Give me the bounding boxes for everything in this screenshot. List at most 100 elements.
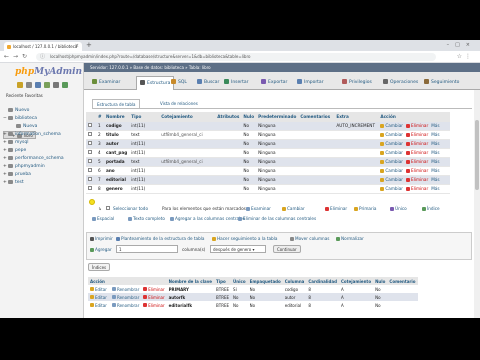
change-button[interactable]: Cambiar xyxy=(380,150,403,155)
index-column-header[interactable] xyxy=(141,277,167,285)
more-button[interactable]: Más xyxy=(431,123,439,128)
index-action[interactable]: Editar xyxy=(88,293,110,301)
row-checkbox-cell[interactable] xyxy=(86,121,96,131)
more-button[interactable]: Más xyxy=(431,186,439,191)
index-action[interactable]: Renombrar xyxy=(110,301,142,309)
column-header[interactable]: Nombre xyxy=(104,112,130,122)
change-button[interactable]: Cambiar xyxy=(380,168,403,173)
url-field[interactable]: ⓘ localhost/phpmyadmin/index.php?route=/… xyxy=(36,53,436,61)
sql-icon[interactable] xyxy=(44,82,50,88)
delete-button[interactable]: Eliminar xyxy=(406,123,428,128)
browser-tab[interactable]: localhost / 127.0.0.1 / biblioteca × xyxy=(4,42,82,51)
browser-menu-icons[interactable]: ☆⋮ xyxy=(457,52,474,62)
bulk-cambiar-button[interactable]: Cambiar xyxy=(282,206,305,211)
tab-buscar[interactable]: Buscar xyxy=(197,76,219,90)
indexes-tab[interactable]: Índices xyxy=(88,263,111,271)
tab-sql[interactable]: SQL xyxy=(171,76,187,90)
select-all-box[interactable] xyxy=(106,206,110,210)
logout-icon[interactable] xyxy=(26,82,32,88)
row-checkbox-cell[interactable] xyxy=(86,157,96,167)
row-checkbox-cell[interactable] xyxy=(86,139,96,149)
tool-link-1[interactable]: Planteamiento de la estructura de tabla xyxy=(116,236,204,241)
row-checkbox-cell[interactable] xyxy=(86,184,96,194)
bulk-índice-button[interactable]: Índice xyxy=(422,206,440,211)
index-column-header[interactable]: Acción xyxy=(88,277,110,285)
phpmyadmin-logo[interactable]: phpMyAdmin xyxy=(15,67,82,77)
tab-privilegios[interactable]: Privilegios xyxy=(342,76,372,90)
tree-item[interactable]: + prueba xyxy=(3,171,83,179)
index-action[interactable]: Eliminar xyxy=(141,301,167,309)
more-button[interactable]: Más xyxy=(431,141,439,146)
tool-link-4[interactable]: Normalizar xyxy=(336,236,364,241)
tab-operaciones[interactable]: Operaciones xyxy=(383,76,418,90)
row-checkbox-cell[interactable] xyxy=(86,175,96,185)
row-checkbox[interactable] xyxy=(88,186,92,190)
change-button[interactable]: Cambiar xyxy=(380,141,403,146)
row-checkbox-cell[interactable] xyxy=(86,130,96,140)
tool-link-2[interactable]: Hacer seguimiento a la tabla xyxy=(212,236,277,241)
column-header[interactable]: # xyxy=(96,112,104,122)
index-action[interactable]: Editar xyxy=(88,285,110,293)
tree-item[interactable]: + phpmyadmin xyxy=(3,163,83,171)
tab-examinar[interactable]: Examinar xyxy=(92,76,120,90)
index-action[interactable]: Editar xyxy=(88,301,110,309)
delete-button[interactable]: Eliminar xyxy=(406,159,428,164)
index-column-header[interactable]: Tipo xyxy=(214,277,232,285)
row-checkbox[interactable] xyxy=(88,177,92,181)
index-action[interactable]: Renombrar xyxy=(110,293,142,301)
row-checkbox[interactable] xyxy=(88,159,92,163)
scrollbar-thumb[interactable] xyxy=(475,120,479,190)
index-column-header[interactable]: Comentario xyxy=(387,277,418,285)
window-controls[interactable]: –□× xyxy=(447,40,476,51)
index-column-header[interactable]: Nombre de la clave xyxy=(166,277,215,285)
tab-importar[interactable]: Importar xyxy=(297,76,324,90)
column-header[interactable]: Acción xyxy=(378,112,451,122)
row-checkbox-cell[interactable] xyxy=(86,148,96,158)
column-header[interactable]: Extra xyxy=(334,112,379,122)
row-checkbox[interactable] xyxy=(88,168,92,172)
home-icon[interactable] xyxy=(17,82,23,88)
index-column-header[interactable]: Cotejamiento xyxy=(338,277,374,285)
tree-item[interactable]: Nuevo xyxy=(3,107,83,115)
tree-item[interactable]: + information_schema xyxy=(3,131,83,139)
continue-button[interactable]: Continuar xyxy=(273,245,301,253)
position-select[interactable]: después de genero ▾ xyxy=(210,245,266,253)
scrollbar[interactable] xyxy=(474,90,480,318)
index-column-header[interactable]: Columna xyxy=(282,277,307,285)
tab-insertar[interactable]: Insertar xyxy=(224,76,249,90)
index-action[interactable]: Eliminar xyxy=(141,285,167,293)
column-header[interactable]: Predeterminado xyxy=(256,112,299,122)
index-action[interactable]: Renombrar xyxy=(110,285,142,293)
bulk-primaria-button[interactable]: Primaria xyxy=(354,206,376,211)
tab-exportar[interactable]: Exportar xyxy=(261,76,287,90)
bulk-action2-1[interactable]: Texto completo xyxy=(128,216,165,221)
index-column-header[interactable] xyxy=(110,277,142,285)
column-header[interactable]: Cotejamiento xyxy=(159,112,216,122)
change-button[interactable]: Cambiar xyxy=(380,123,403,128)
select-all-checkbox[interactable]: Seleccionar todo xyxy=(106,206,148,211)
change-button[interactable]: Cambiar xyxy=(380,159,403,164)
change-button[interactable]: Cambiar xyxy=(380,186,403,191)
row-checkbox[interactable] xyxy=(88,150,92,154)
column-header[interactable]: Nulo xyxy=(241,112,257,122)
reload-icon[interactable] xyxy=(62,82,68,88)
tab-seguimiento[interactable]: Seguimiento xyxy=(424,76,459,90)
column-count-input[interactable]: 1 xyxy=(116,245,178,253)
tab-estructura[interactable]: Estructura xyxy=(136,76,175,90)
settings-icon[interactable] xyxy=(53,82,59,88)
tree-item[interactable]: + performance_schema xyxy=(3,155,83,163)
tree-item[interactable]: − biblioteca xyxy=(3,115,83,123)
delete-button[interactable]: Eliminar xyxy=(406,132,428,137)
more-button[interactable]: Más xyxy=(431,177,439,182)
tree-item[interactable]: + pepe xyxy=(3,147,83,155)
column-header[interactable]: Tipo xyxy=(129,112,160,122)
row-checkbox[interactable] xyxy=(88,132,92,136)
more-button[interactable]: Más xyxy=(431,168,439,173)
close-tab-icon[interactable]: × xyxy=(75,42,79,51)
bulk-eliminar-button[interactable]: Eliminar xyxy=(325,206,347,211)
row-checkbox-cell[interactable] xyxy=(86,166,96,176)
bulk-único-button[interactable]: Único xyxy=(390,206,407,211)
tree-item[interactable]: Nueva xyxy=(3,123,83,131)
index-column-header[interactable]: Empaquetado xyxy=(247,277,283,285)
docs-icon[interactable] xyxy=(35,82,41,88)
